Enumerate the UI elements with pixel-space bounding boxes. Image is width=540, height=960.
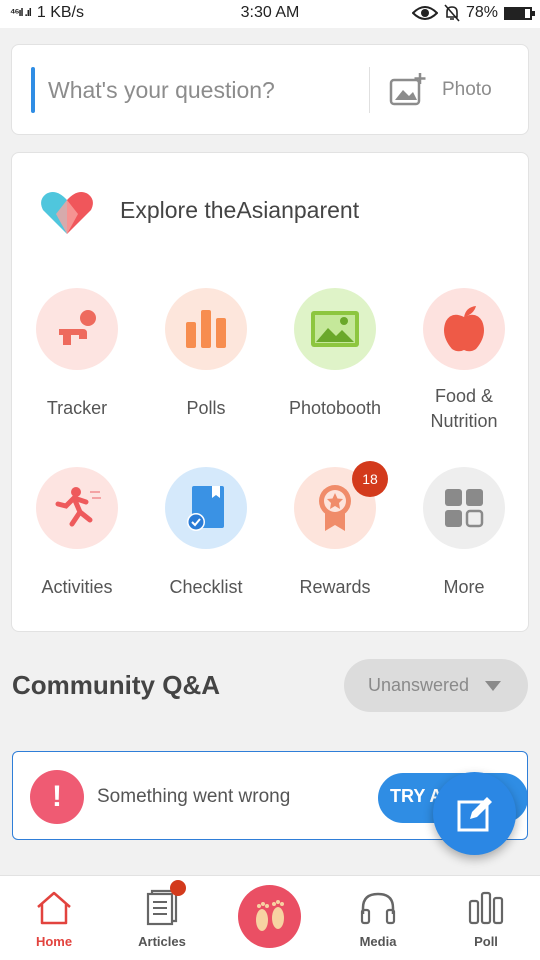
apple-icon — [423, 288, 505, 370]
nav-articles[interactable]: Articles — [108, 876, 216, 960]
nav-poll[interactable]: Poll — [432, 876, 540, 960]
filter-value: Unanswered — [368, 675, 470, 695]
caret-down-icon — [485, 680, 502, 691]
tile-label: Food & Nutrition — [430, 386, 498, 431]
feature-grid: Tracker Polls Photobooth Food & Nutritio… — [12, 153, 530, 633]
eye-icon — [411, 6, 438, 20]
footprints-icon — [255, 899, 284, 931]
tile-checklist[interactable]: Checklist — [141, 467, 271, 637]
photo-button[interactable]: Photo — [388, 67, 518, 113]
tile-food-nutrition[interactable]: Food & Nutrition — [399, 288, 529, 458]
tile-label: Tracker — [46, 398, 108, 418]
tile-polls[interactable]: Polls — [141, 288, 271, 458]
headphones-icon — [358, 888, 398, 928]
divider — [369, 67, 370, 113]
nav-home[interactable]: Home — [0, 876, 108, 960]
battery-percent: 78% — [465, 4, 498, 21]
explore-card: Explore theAsianparent Tracker Polls Pho… — [11, 152, 529, 632]
running-person-icon — [36, 467, 118, 549]
edit-icon — [457, 796, 492, 831]
bell-muted-icon — [444, 4, 460, 22]
poll-icon — [466, 888, 506, 928]
tile-label: More — [443, 577, 485, 597]
battery-icon — [504, 6, 535, 20]
filter-dropdown[interactable]: Unanswered — [344, 659, 528, 712]
status-bar: ⁴⁶ıl .ıl 1 KB/s 3:30 AM 78% — [0, 0, 540, 28]
alert-icon: ! — [30, 770, 84, 824]
checklist-book-icon — [165, 467, 247, 549]
tile-label: Rewards — [299, 577, 371, 597]
photo-label: Photo — [442, 79, 492, 100]
poll-bars-icon — [165, 288, 247, 370]
tile-label: Checklist — [169, 577, 243, 597]
tile-activities[interactable]: Activities — [12, 467, 142, 637]
input-cursor-bar — [31, 67, 35, 113]
error-message: Something went wrong — [97, 786, 291, 807]
tile-label: Photobooth — [288, 398, 382, 418]
tile-rewards[interactable]: 18 Rewards — [270, 461, 400, 637]
question-input[interactable]: What's your question? — [48, 77, 275, 104]
nav-label: Articles — [138, 934, 186, 949]
status-right: 78% — [411, 4, 535, 22]
question-card: What's your question? Photo — [11, 44, 529, 135]
nav-center-button[interactable] — [238, 885, 301, 948]
tile-photobooth[interactable]: Photobooth — [270, 288, 400, 458]
nav-label: Home — [35, 934, 73, 949]
notification-dot — [170, 880, 186, 896]
nav-label: Poll — [474, 934, 498, 949]
tile-tracker[interactable]: Tracker — [12, 288, 142, 458]
add-photo-icon — [389, 73, 426, 106]
tile-more[interactable]: More — [399, 467, 529, 637]
rewards-badge: 18 — [352, 461, 388, 497]
nav-label: Media — [359, 934, 397, 949]
image-icon — [294, 288, 376, 370]
baby-crawling-icon — [36, 288, 118, 370]
nav-media[interactable]: Media — [324, 876, 432, 960]
tile-label: Activities — [41, 577, 113, 597]
community-title: Community Q&A — [12, 670, 220, 700]
compose-button[interactable] — [433, 772, 516, 855]
grid-more-icon — [423, 467, 505, 549]
tile-label: Polls — [186, 398, 226, 418]
battery-level — [506, 8, 525, 18]
home-icon — [34, 888, 74, 928]
